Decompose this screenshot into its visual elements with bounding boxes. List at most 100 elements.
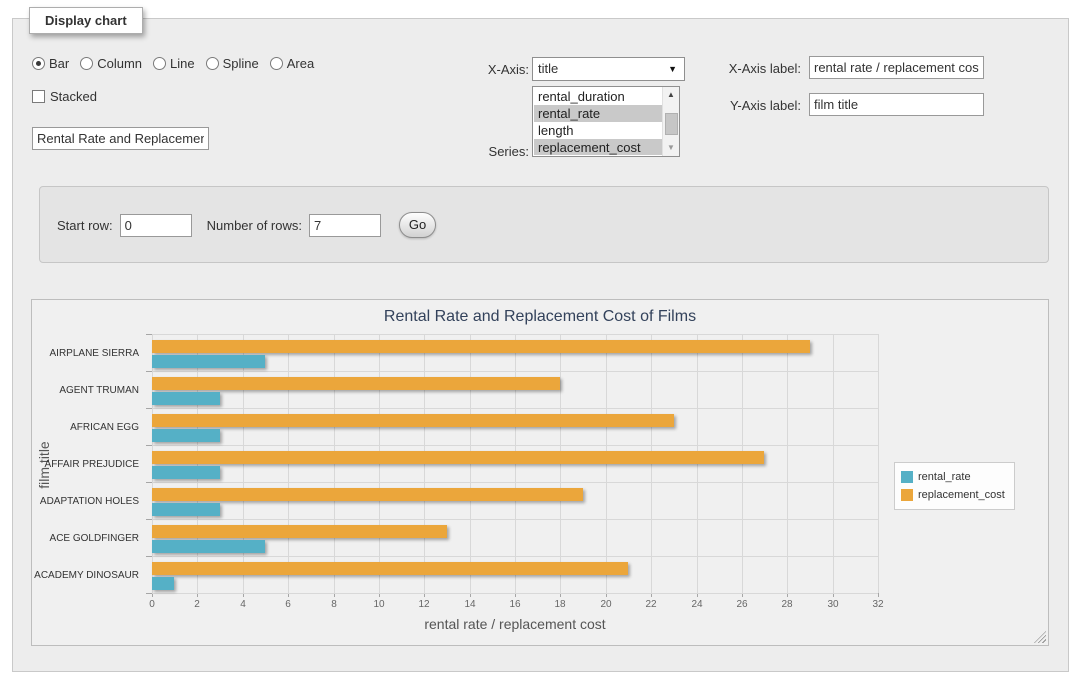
y-gridline	[152, 371, 878, 372]
stacked-option[interactable]: Stacked	[32, 89, 97, 104]
x-tick-label: 4	[223, 599, 263, 610]
chart-bar-replacement_cost	[152, 451, 764, 464]
start-row-input[interactable]	[120, 214, 192, 237]
category-label: AFRICAN EGG	[32, 422, 139, 433]
category-label: AGENT TRUMAN	[32, 385, 139, 396]
y-tick-mark	[146, 519, 152, 520]
page: Display chart Bar Column Line Spline Area St…	[0, 0, 1081, 681]
row-range-panel: Start row: Number of rows: Go	[39, 186, 1049, 263]
chart-bar-rental_rate	[152, 503, 220, 516]
chart-bar-replacement_cost	[152, 488, 583, 501]
resize-handle-icon[interactable]	[1034, 631, 1046, 643]
x-tick-label: 18	[540, 599, 580, 610]
radio-icon[interactable]	[32, 57, 45, 70]
x-tick-label: 28	[767, 599, 807, 610]
x-axis-select[interactable]: title ▼	[532, 57, 685, 81]
x-axis-label-input[interactable]	[809, 56, 984, 79]
series-option[interactable]: rental_rate	[534, 105, 662, 122]
y-gridline	[152, 334, 878, 335]
chart-bar-replacement_cost	[152, 562, 628, 575]
y-tick-mark	[146, 334, 152, 335]
chart-container: Rental Rate and Replacement Cost of Film…	[31, 299, 1049, 646]
y-gridline	[152, 408, 878, 409]
legend-item[interactable]: replacement_cost	[901, 486, 1005, 504]
chart-bar-replacement_cost	[152, 414, 674, 427]
stacked-checkbox[interactable]	[32, 90, 45, 103]
series-listbox-label: Series:	[433, 144, 529, 159]
y-tick-mark	[146, 445, 152, 446]
chart-title: Rental Rate and Replacement Cost of Film…	[32, 308, 1048, 326]
y-axis-label-caption: Y-Axis label:	[701, 98, 801, 113]
x-tick-mark	[878, 593, 879, 597]
y-gridline	[152, 556, 878, 557]
x-tick-label: 6	[268, 599, 308, 610]
radio-icon[interactable]	[153, 57, 166, 70]
chart-type-option[interactable]: Line	[153, 56, 195, 71]
series-option[interactable]: replacement_cost	[534, 139, 662, 155]
series-option[interactable]: rental_duration	[534, 88, 662, 105]
chart-type-label: Area	[287, 56, 314, 71]
start-row-label: Start row:	[57, 218, 113, 233]
category-label: AIRPLANE SIERRA	[32, 348, 139, 359]
plot-area	[152, 334, 878, 593]
chart-type-option[interactable]: Column	[80, 56, 142, 71]
x-tick-label: 2	[177, 599, 217, 610]
x-tick-label: 14	[450, 599, 490, 610]
chart-bar-rental_rate	[152, 540, 265, 553]
chart-type-option[interactable]: Bar	[32, 56, 69, 71]
scrollbar-thumb[interactable]	[665, 113, 678, 135]
x-gridline	[878, 334, 879, 593]
y-gridline	[152, 482, 878, 483]
chart-title-input[interactable]	[32, 127, 209, 150]
display-chart-panel: Display chart BarColumnLineSplineArea St…	[12, 18, 1069, 672]
x-gridline	[833, 334, 834, 593]
category-label: ACE GOLDFINGER	[32, 533, 139, 544]
series-list-scrollbar[interactable]: ▲ ▼	[662, 87, 679, 156]
chart-bar-rental_rate	[152, 355, 265, 368]
y-axis-label-input[interactable]	[809, 93, 984, 116]
chart-bar-rental_rate	[152, 577, 174, 590]
go-button[interactable]: Go	[399, 212, 436, 238]
radio-icon[interactable]	[270, 57, 283, 70]
category-axis-labels: AIRPLANE SIERRA AGENT TRUMAN AFRICAN EGG AF…	[32, 334, 145, 593]
num-rows-input[interactable]	[309, 214, 381, 237]
legend-swatch-icon	[901, 489, 913, 501]
legend-label: replacement_cost	[918, 489, 1005, 501]
series-option[interactable]: length	[534, 122, 662, 139]
category-label: AFFAIR PREJUDICE	[32, 459, 139, 470]
x-tick-label: 12	[404, 599, 444, 610]
chart-bar-replacement_cost	[152, 377, 560, 390]
radio-icon[interactable]	[206, 57, 219, 70]
x-tick-label: 24	[677, 599, 717, 610]
x-tick-label: 26	[722, 599, 762, 610]
chart-type-option[interactable]: Spline	[206, 56, 259, 71]
chart-bar-rental_rate	[152, 429, 220, 442]
y-gridline	[152, 593, 878, 594]
series-listbox[interactable]: rental_durationrental_ratelengthreplacem…	[532, 86, 680, 157]
legend-swatch-icon	[901, 471, 913, 483]
x-tick-label: 0	[132, 599, 172, 610]
x-tick-label: 32	[858, 599, 898, 610]
radio-icon[interactable]	[80, 57, 93, 70]
x-axis-title: rental rate / replacement cost	[152, 616, 878, 632]
scroll-down-icon[interactable]: ▼	[663, 141, 679, 155]
x-axis-label-caption: X-Axis label:	[701, 61, 801, 76]
chart-legend: rental_rate replacement_cost	[894, 462, 1015, 510]
x-gridline	[787, 334, 788, 593]
y-gridline	[152, 519, 878, 520]
chart-type-option[interactable]: Area	[270, 56, 314, 71]
scroll-up-icon[interactable]: ▲	[663, 88, 679, 102]
x-tick-label: 20	[586, 599, 626, 610]
y-tick-mark	[146, 482, 152, 483]
x-tick-labels: 02468101214161820222426283032	[152, 599, 878, 611]
chart-type-label: Line	[170, 56, 195, 71]
category-label: ACADEMY DINOSAUR	[32, 570, 139, 581]
y-gridline	[152, 445, 878, 446]
chart-bar-rental_rate	[152, 392, 220, 405]
x-tick-label: 10	[359, 599, 399, 610]
x-tick-label: 22	[631, 599, 671, 610]
legend-item[interactable]: rental_rate	[901, 468, 1005, 486]
chart-type-label: Column	[97, 56, 142, 71]
x-tick-label: 16	[495, 599, 535, 610]
panel-title: Display chart	[29, 7, 143, 34]
